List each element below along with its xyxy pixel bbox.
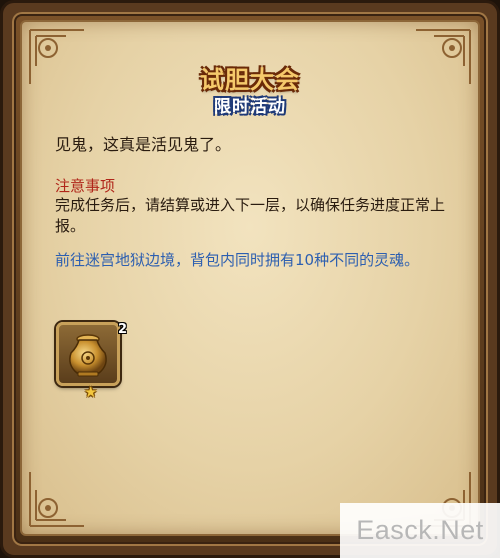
watermark-logo: Easck.Net [340, 503, 500, 558]
subtitle-row: 限时活动 [0, 92, 500, 117]
notice-heading: 注意事项 [55, 177, 116, 195]
quest-goal: 前往迷宫地狱边境，背包内同时拥有10种不同的灵魂。 [55, 251, 420, 269]
panel-title: 试胆大会 [200, 66, 300, 94]
notice-text: 完成任务后，请结算或进入下一层，以确保任务进度正常上报。 [55, 196, 446, 235]
corner-ornament-bottom-left [29, 472, 84, 527]
quest-description: 见鬼，这真是活见鬼了。 [55, 135, 232, 154]
golden-vase-icon [69, 334, 107, 377]
panel-subtitle: 限时活动 [214, 97, 286, 117]
star-icon: ★ [84, 383, 98, 401]
title-row: 试胆大会 [0, 60, 500, 95]
reward-item-slot[interactable] [56, 322, 120, 386]
reward-count: 2 [118, 322, 128, 337]
